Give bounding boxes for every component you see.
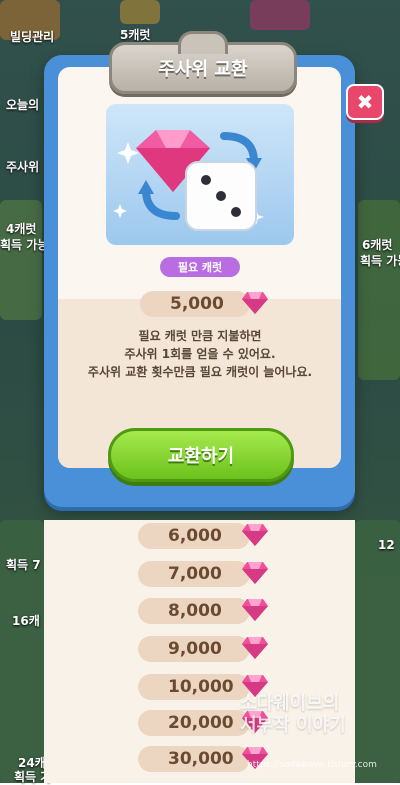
modal-title-plate: 주사위 교환	[109, 31, 297, 94]
cost-value: 10,000	[168, 677, 234, 697]
cost-value: 30,000	[168, 749, 234, 769]
close-button[interactable]: ✖	[346, 84, 384, 120]
bg-label-building-manage: 빌딩관리	[10, 30, 55, 44]
exchange-button-label: 교환하기	[167, 446, 235, 467]
gem-icon	[242, 292, 268, 314]
cost-list-item: 9,000	[138, 636, 250, 662]
watermark-url: https://sodawave.tistory.com	[247, 760, 377, 770]
gem-icon	[242, 524, 268, 546]
bg-label: 5캐럿	[120, 28, 151, 42]
gem-icon	[242, 562, 268, 584]
gem-icon	[242, 637, 268, 659]
description-line: 주사위 1회를 얻을 수 있어요.	[124, 347, 276, 361]
exchange-description: 필요 캐럿 만큼 지불하면 주사위 1회를 얻을 수 있어요. 주사위 교환 횟…	[60, 327, 340, 381]
title-plate-bump	[178, 31, 228, 54]
bg-label: 획득 가능	[0, 238, 49, 252]
cost-value: 8,000	[168, 601, 222, 621]
gem-icon	[242, 599, 268, 621]
cost-value: 20,000	[168, 713, 234, 733]
cost-list-item: 30,000	[138, 746, 250, 772]
cost-value: 7,000	[168, 564, 222, 584]
dice-icon	[185, 161, 257, 231]
description-line: 주사위 교환 횟수만큼 필요 캐럿이 늘어나요.	[87, 365, 313, 379]
modal-title: 주사위 교환	[158, 59, 248, 80]
bg-label: 오늘의	[6, 98, 40, 112]
watermark: 소다웨이브의 서부작 이야기	[240, 693, 346, 737]
cost-list-item: 20,000	[138, 710, 250, 736]
arrow-head	[138, 180, 154, 194]
exchange-illustration-art	[113, 130, 264, 231]
bg-label: 6캐럿	[362, 238, 393, 252]
cost-value: 9,000	[168, 639, 222, 659]
cost-list-item: 10,000	[138, 674, 250, 700]
cost-list-item: 7,000	[138, 561, 250, 587]
bg-label: 획득 가능	[360, 254, 400, 268]
exchange-button[interactable]: 교환하기	[108, 428, 294, 482]
current-cost-pill: 5,000	[140, 291, 250, 317]
bg-label: 주사위	[6, 160, 40, 174]
current-cost-value: 5,000	[170, 294, 224, 314]
close-icon: ✖	[356, 90, 374, 114]
exchange-illustration	[106, 104, 294, 245]
description-line: 필요 캐럿 만큼 지불하면	[138, 329, 262, 343]
bg-label: 12	[378, 538, 395, 552]
watermark-line: 서부작 이야기	[240, 715, 346, 736]
bg-label: 16캐	[12, 614, 40, 628]
bg-label: 획득 7	[6, 558, 41, 572]
cost-list-item: 6,000	[138, 523, 250, 549]
cost-list-item: 8,000	[138, 598, 250, 624]
required-carat-label: 필요 캐럿	[160, 257, 240, 277]
watermark-line: 소다웨이브의	[240, 693, 340, 714]
bg-label: 4캐럿	[6, 222, 37, 236]
cost-value: 6,000	[168, 526, 222, 546]
